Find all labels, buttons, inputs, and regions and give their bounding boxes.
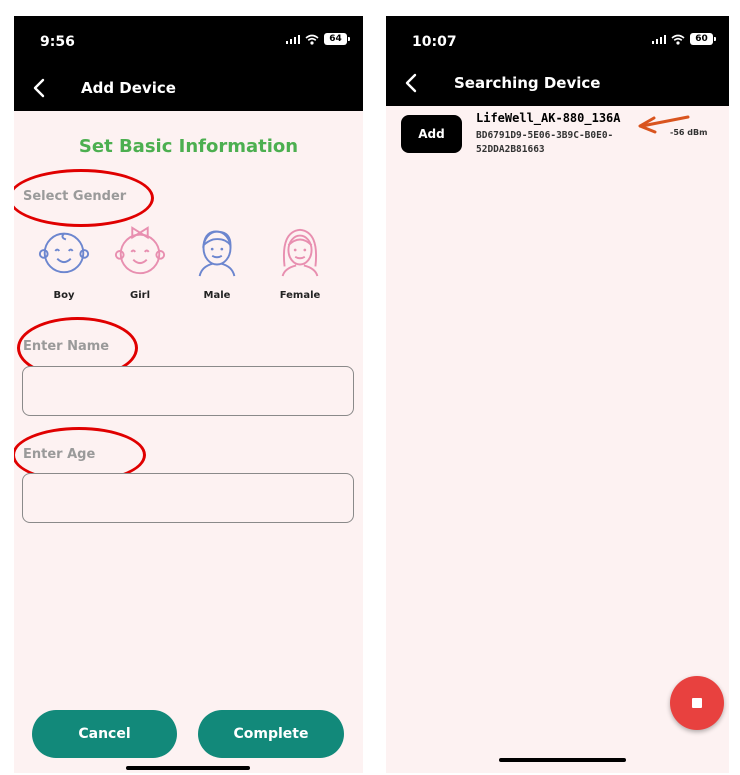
status-time: 9:56 [40,34,75,50]
device-name: LifeWell_AK-880_136A [476,111,621,125]
gender-label-girl: Girl [130,290,150,301]
searching-device-screen: 10:07 60 Searching Device Add LifeWell_A… [386,16,729,773]
stop-icon [692,698,702,708]
gender-option-male[interactable]: Male [184,224,250,302]
girl-face-icon [114,226,166,275]
gender-label-boy: Boy [53,290,75,301]
select-gender-label: Select Gender [23,189,127,204]
status-icons: 64 [286,33,350,45]
wifi-icon [305,34,319,45]
battery-icon: 60 [690,33,716,45]
enter-age-label: Enter Age [23,447,96,462]
back-chevron-icon[interactable] [398,69,426,97]
woman-face-icon [281,228,319,277]
home-indicator [499,758,626,762]
battery-icon: 64 [324,33,350,45]
add-device-screen: 9:56 64 Add Device Set Basic Information… [14,16,363,773]
status-bar: 9:56 64 [14,16,363,66]
man-face-icon [198,230,236,277]
gender-option-female[interactable]: Female [267,224,333,302]
add-device-button[interactable]: Add [401,115,462,153]
gender-label-female: Female [279,290,321,301]
device-uuid: BD6791D9-5E06-3B9C-B0E0-52DDA2B81663 [476,130,614,155]
back-chevron-icon[interactable] [26,74,54,102]
status-bar: 10:07 60 [386,16,729,66]
nav-title: Add Device [81,79,176,97]
nav-title: Searching Device [454,74,601,92]
cancel-button[interactable]: Cancel [32,710,177,758]
boy-face-icon [38,232,90,274]
signal-icon [652,34,666,44]
status-icons: 60 [652,33,716,45]
complete-button[interactable]: Complete [198,710,344,758]
gender-option-boy[interactable]: Boy [31,224,97,302]
wifi-icon [671,34,685,45]
signal-icon [286,34,300,44]
stop-scan-button[interactable] [670,676,724,730]
nav-bar: Searching Device [386,61,729,106]
gender-label-male: Male [203,290,231,301]
nav-bar: Add Device [14,66,363,111]
enter-name-label: Enter Name [23,339,110,354]
gender-option-girl[interactable]: Girl [107,224,173,302]
device-list-item: Add LifeWell_AK-880_136A BD6791D9-5E06-3… [386,111,729,161]
status-time: 10:07 [412,34,457,50]
screen-heading: Set Basic Information [78,136,299,157]
home-indicator [126,766,250,770]
name-input[interactable] [22,366,354,416]
annotation-arrow-icon [638,115,690,134]
age-input[interactable] [22,473,354,523]
